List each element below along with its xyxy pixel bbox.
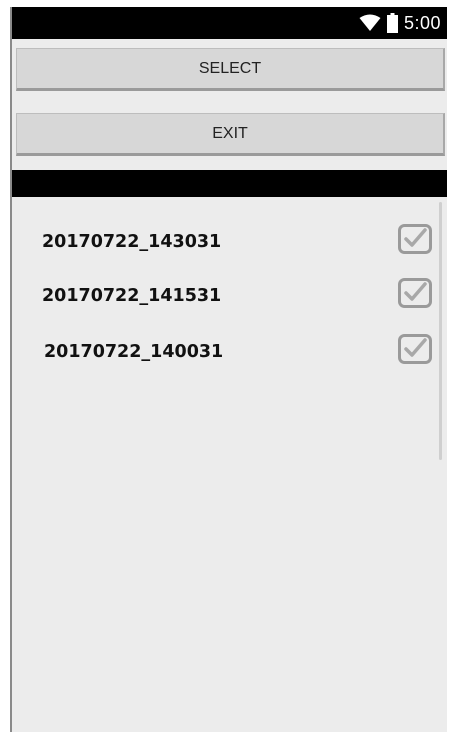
status-bar: 5:00 <box>12 7 447 39</box>
checkbox[interactable] <box>398 278 432 308</box>
battery-icon <box>386 13 398 33</box>
list-item[interactable]: 20170722_141531 <box>42 278 432 318</box>
list-item[interactable]: 20170722_143031 <box>42 224 432 264</box>
checkbox[interactable] <box>398 224 432 254</box>
status-icons: 5:00 <box>359 7 441 39</box>
exit-button[interactable]: EXIT <box>16 113 445 156</box>
list-item-label: 20170722_140031 <box>44 342 224 362</box>
checkmark-icon <box>398 224 432 254</box>
scrollbar[interactable] <box>439 202 442 460</box>
file-list[interactable]: 20170722_143031 20170722_141531 20170722… <box>12 197 447 732</box>
checkbox[interactable] <box>398 334 432 364</box>
list-item[interactable]: 20170722_140031 <box>42 334 432 374</box>
checkmark-icon <box>398 334 432 364</box>
list-item-label: 20170722_141531 <box>42 286 222 306</box>
wifi-icon <box>359 14 381 32</box>
device-screen: 5:00 SELECT EXIT 20170722_143031 2017072… <box>10 7 447 732</box>
header-bar <box>12 170 447 197</box>
list-item-label: 20170722_143031 <box>42 232 222 252</box>
select-button[interactable]: SELECT <box>16 48 445 91</box>
status-time: 5:00 <box>403 12 441 33</box>
checkmark-icon <box>398 278 432 308</box>
